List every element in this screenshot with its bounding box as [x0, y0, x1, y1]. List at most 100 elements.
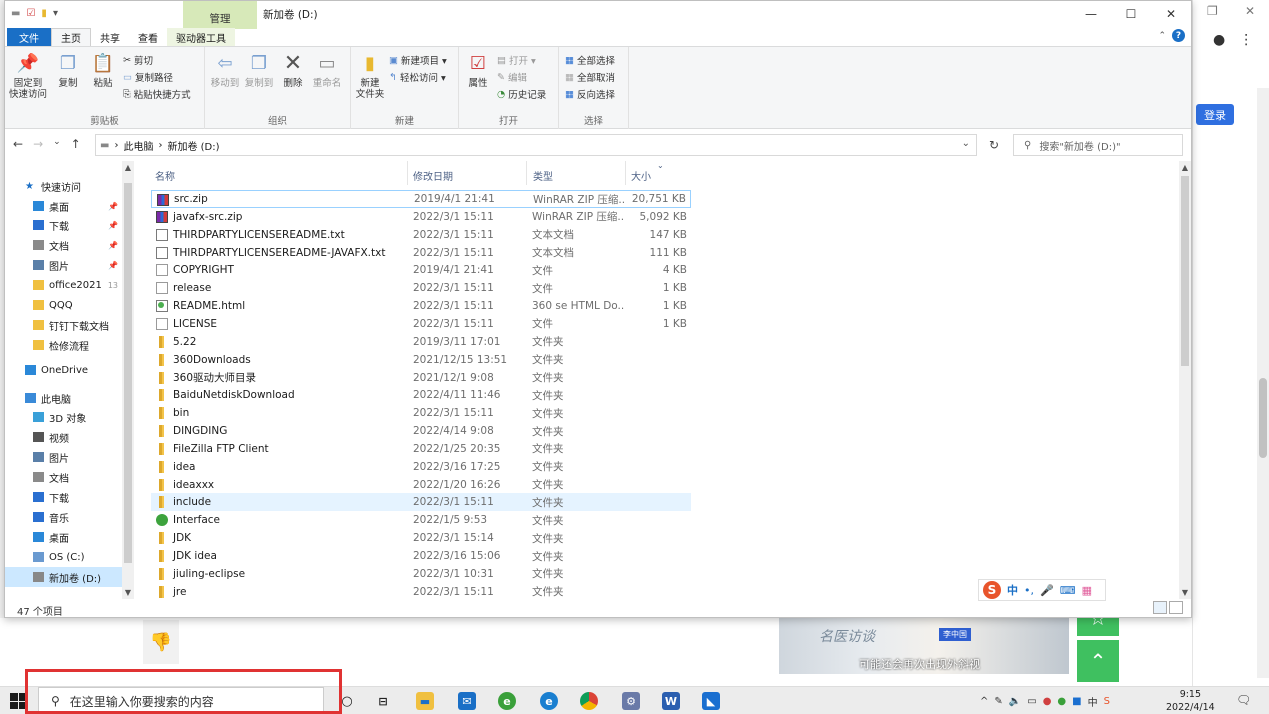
- tab-view[interactable]: 查看: [129, 28, 167, 46]
- properties-check-icon[interactable]: ☑: [26, 8, 35, 19]
- video-player[interactable]: 名医访谈 李中国 可能还会再次出现外斜视: [779, 618, 1069, 674]
- login-button[interactable]: 登录: [1196, 104, 1234, 125]
- nav-scroll-thumb[interactable]: [124, 183, 132, 563]
- dingtalk-icon[interactable]: ◣: [702, 692, 720, 710]
- file-row[interactable]: 5.22 2019/3/11 17:01 文件夹: [151, 333, 691, 351]
- file-row[interactable]: THIRDPARTYLICENSEREADME-JAVAFX.txt 2022/3…: [151, 244, 691, 262]
- file-row[interactable]: 360Downloads 2021/12/15 13:51 文件夹: [151, 351, 691, 369]
- nav-item[interactable]: 3D 对象: [5, 407, 122, 427]
- help-icon[interactable]: ?: [1172, 29, 1185, 42]
- file-row[interactable]: BaiduNetdiskDownload 2022/4/11 11:46 文件夹: [151, 386, 691, 404]
- file-row[interactable]: JDK idea 2022/3/16 15:06 文件夹: [151, 547, 691, 565]
- pen-icon[interactable]: ✎: [994, 696, 1002, 707]
- ime-lang[interactable]: 中: [1007, 582, 1018, 598]
- browser-scroll-thumb[interactable]: [1259, 378, 1267, 458]
- file-row[interactable]: release 2022/3/1 15:11 文件 1 KB: [151, 279, 691, 297]
- app3-tray-icon[interactable]: ■: [1072, 696, 1081, 707]
- mail-icon[interactable]: ✉: [458, 692, 476, 710]
- tab-share[interactable]: 共享: [91, 28, 129, 46]
- details-view-icon[interactable]: [1153, 601, 1167, 614]
- file-row[interactable]: DINGDING 2022/4/14 9:08 文件夹: [151, 422, 691, 440]
- file-row[interactable]: idea 2022/3/16 17:25 文件夹: [151, 458, 691, 476]
- copy-path-button[interactable]: ▭ 复制路径: [123, 70, 173, 85]
- nav-item[interactable]: 视频: [5, 427, 122, 447]
- customize-qat-icon[interactable]: ▾: [53, 8, 58, 19]
- chevron-up-icon[interactable]: ⌃: [1158, 31, 1166, 41]
- nav-item[interactable]: QQQ: [5, 295, 122, 315]
- file-row[interactable]: JDK 2022/3/1 15:14 文件夹: [151, 529, 691, 547]
- app2-tray-icon[interactable]: ●: [1057, 696, 1066, 707]
- ime-toolbar[interactable]: S 中 •, 🎤 ⌨ ▦: [978, 579, 1106, 601]
- file-row[interactable]: src.zip 2019/4/1 21:41 WinRAR ZIP 压缩... 20,…: [151, 190, 691, 208]
- nav-item[interactable]: 此电脑: [5, 388, 122, 408]
- delete-button[interactable]: ✕ 删除: [281, 51, 305, 89]
- scroll-top-button[interactable]: ⌃: [1077, 640, 1119, 682]
- file-list-scrollbar[interactable]: ▲ ▼: [1179, 161, 1191, 599]
- nav-item[interactable]: 桌面 📌: [5, 196, 122, 216]
- easy-access-button[interactable]: ↰ 轻松访问 ▾: [389, 70, 446, 85]
- new-folder-button[interactable]: ▮ 新建 文件夹: [355, 51, 385, 100]
- tab-home[interactable]: 主页: [51, 28, 91, 46]
- file-row[interactable]: ideaxxx 2022/1/20 16:26 文件夹: [151, 476, 691, 494]
- app-tray-icon[interactable]: ●: [1043, 696, 1052, 707]
- windows-start-icon[interactable]: [10, 693, 26, 709]
- file-row[interactable]: javafx-src.zip 2022/3/1 15:11 WinRAR ZIP 压…: [151, 208, 691, 226]
- nav-item[interactable]: 文档: [5, 467, 122, 487]
- microphone-icon[interactable]: 🎤: [1040, 584, 1054, 597]
- nav-item[interactable]: 检修流程: [5, 335, 122, 355]
- account-icon[interactable]: ●: [1213, 32, 1225, 48]
- tray-chevron-icon[interactable]: ^: [980, 696, 988, 707]
- maximize-icon[interactable]: ☐: [1111, 1, 1151, 27]
- nav-item[interactable]: 音乐: [5, 507, 122, 527]
- edge-icon[interactable]: e: [540, 692, 558, 710]
- column-size[interactable]: 大小: [631, 168, 651, 183]
- nav-scroll-up-icon[interactable]: ▲: [122, 163, 134, 172]
- back-arrow-icon[interactable]: ←: [13, 137, 23, 151]
- rename-button[interactable]: ▭ 重命名: [309, 51, 345, 89]
- more-icon[interactable]: ⋮: [1239, 32, 1253, 48]
- ime-punct-icon[interactable]: •,: [1024, 584, 1034, 597]
- volume-icon[interactable]: 🔈: [1009, 696, 1021, 707]
- file-row[interactable]: bin 2022/3/1 15:11 文件夹: [151, 404, 691, 422]
- file-row[interactable]: include 2022/3/1 15:11 文件夹: [151, 493, 691, 512]
- battery-icon[interactable]: ▭: [1027, 696, 1036, 707]
- nav-item[interactable]: 钉钉下载文档: [5, 315, 122, 335]
- nav-item[interactable]: 下载: [5, 487, 122, 507]
- file-explorer-taskbar-icon[interactable]: ▬: [416, 692, 434, 710]
- nav-item[interactable]: office2021 13: [5, 275, 122, 295]
- context-tab-manage[interactable]: 管理: [183, 1, 257, 29]
- ime-tray-icon[interactable]: 中: [1088, 694, 1098, 709]
- nav-item[interactable]: OneDrive: [5, 360, 122, 380]
- new-item-button[interactable]: ▣ 新建项目 ▾: [389, 53, 447, 68]
- move-to-button[interactable]: ⇦ 移动到: [209, 51, 241, 89]
- clock[interactable]: 9:15 2022/4/14: [1166, 688, 1215, 714]
- close-icon[interactable]: ✕: [1151, 1, 1191, 27]
- skin-grid-icon[interactable]: ▦: [1082, 584, 1092, 597]
- ie-browser-icon[interactable]: e: [498, 692, 516, 710]
- open-button[interactable]: ▤ 打开 ▾: [497, 53, 536, 68]
- nav-item[interactable]: 图片: [5, 447, 122, 467]
- list-scroll-thumb[interactable]: [1181, 176, 1189, 366]
- chrome-icon[interactable]: [580, 692, 598, 710]
- address-dropdown-icon[interactable]: ⌄: [962, 138, 970, 149]
- select-none-button[interactable]: ▦ 全部取消: [565, 70, 615, 85]
- minimize-icon[interactable]: —: [1071, 1, 1111, 27]
- nav-item[interactable]: OS (C:): [5, 547, 122, 567]
- nav-scroll-down-icon[interactable]: ▼: [122, 588, 134, 597]
- task-view-icon[interactable]: ⊟: [374, 692, 392, 710]
- cut-button[interactable]: ✂ 剪切: [123, 53, 153, 68]
- breadcrumb-this-pc[interactable]: 此电脑: [123, 138, 153, 153]
- thumbs-down-icon[interactable]: 👎: [143, 620, 179, 664]
- file-row[interactable]: README.html 2022/3/1 15:11 360 se HTML Do.…: [151, 297, 691, 315]
- large-icons-view-icon[interactable]: [1169, 601, 1183, 614]
- file-row[interactable]: FileZilla FTP Client 2022/1/25 20:35 文件夹: [151, 440, 691, 458]
- up-arrow-icon[interactable]: ↑: [71, 137, 81, 151]
- recent-chevron-icon[interactable]: ⌄: [53, 137, 61, 151]
- copy-button[interactable]: ❐ 复制: [55, 51, 81, 89]
- browser-restore-icon[interactable]: ❐: [1207, 4, 1218, 18]
- nav-scrollbar[interactable]: ▲ ▼: [122, 161, 134, 599]
- sogou-tray-icon[interactable]: S: [1104, 696, 1110, 707]
- notification-icon[interactable]: 🗨: [1236, 693, 1251, 707]
- forward-arrow-icon[interactable]: →: [33, 137, 43, 151]
- tab-file[interactable]: 文件: [7, 28, 51, 46]
